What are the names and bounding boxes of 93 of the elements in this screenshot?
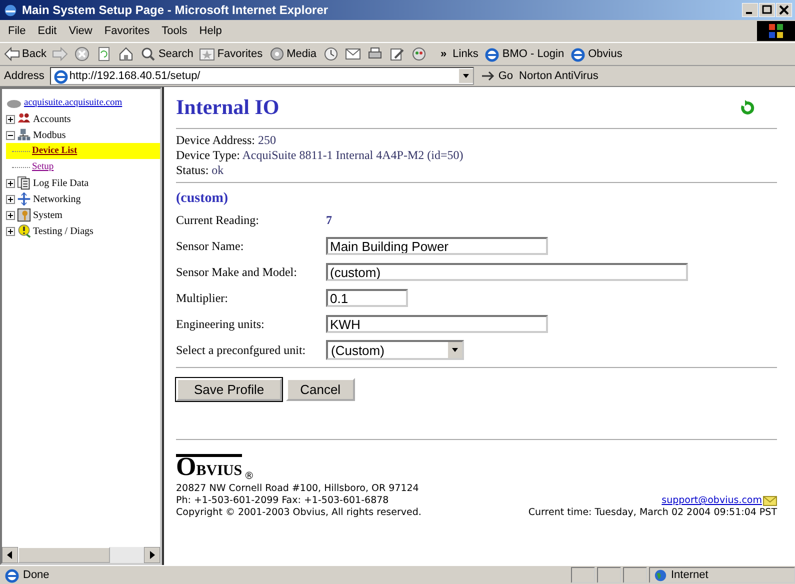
- norton-antivirus-button[interactable]: Norton AntiVirus: [519, 70, 598, 82]
- house-icon[interactable]: [118, 46, 134, 62]
- info-value: AcquiSuite 8811-1 Internal 4A4P-M2 (id=50): [242, 148, 464, 162]
- registered-mark: ®: [244, 471, 254, 483]
- expand-toggle[interactable]: [6, 210, 15, 220]
- tree-item[interactable]: Log File Data: [33, 178, 89, 188]
- tree-link[interactable]: Setup: [32, 162, 54, 172]
- media-icon: [268, 46, 285, 62]
- windows-logo-icon: [757, 21, 795, 41]
- scroll-right-button[interactable]: [144, 547, 160, 563]
- input-field[interactable]: (custom): [326, 263, 688, 281]
- unit-dropdown[interactable]: (Custom): [326, 340, 464, 360]
- edit-icon[interactable]: [388, 46, 405, 62]
- search-button[interactable]: Search: [140, 46, 194, 62]
- menu-item[interactable]: File: [4, 25, 34, 37]
- tree-item[interactable]: Testing / Diags: [33, 226, 94, 236]
- obvius-logo: OBVIUS: [176, 454, 242, 483]
- menu-item[interactable]: Edit: [34, 25, 65, 37]
- menu-item[interactable]: Favorites: [100, 25, 158, 37]
- input-field[interactable]: Main Building Power: [326, 237, 548, 255]
- maximize-button[interactable]: [759, 3, 775, 17]
- history-icon[interactable]: [322, 46, 339, 62]
- field-label: Current Reading:: [176, 212, 260, 228]
- info-value: ok: [212, 163, 224, 177]
- expand-toggle[interactable]: [6, 130, 15, 140]
- network-arrows-icon: [17, 192, 31, 206]
- address-label: Address: [4, 70, 44, 82]
- tree-item[interactable]: Accounts: [33, 114, 71, 124]
- more-links-button[interactable]: »: [440, 48, 447, 60]
- menu-item[interactable]: View: [64, 25, 100, 37]
- support-email-link[interactable]: support@obvius.com: [662, 495, 762, 507]
- close-button[interactable]: [776, 3, 792, 17]
- expand-toggle[interactable]: [6, 178, 15, 188]
- section-heading: (custom): [176, 191, 230, 207]
- tree-item[interactable]: Modbus: [33, 130, 66, 140]
- address-field[interactable]: http://192.168.40.51/setup/: [50, 67, 474, 85]
- back-button[interactable]: Back: [4, 46, 46, 62]
- reading-value: 7: [326, 212, 332, 228]
- search-icon: [140, 46, 156, 62]
- network-icon: [17, 128, 31, 142]
- key-icon: [17, 208, 31, 222]
- media-button[interactable]: Media: [268, 46, 317, 62]
- info-label: Device Address:: [176, 133, 255, 147]
- link-button[interactable]: Obvius: [570, 46, 622, 62]
- info-label: Device Type:: [176, 148, 240, 162]
- status-text: Done: [23, 569, 50, 581]
- input-field[interactable]: KWH: [326, 315, 548, 333]
- expand-toggle[interactable]: [6, 194, 15, 204]
- info-value: 250: [258, 133, 276, 147]
- menu-item[interactable]: Help: [195, 25, 230, 37]
- company-address: 20827 NW Cornell Road #100, Hillsboro, OR 97124: [176, 483, 420, 495]
- field-label: Sensor Name:: [176, 238, 245, 254]
- expand-toggle[interactable]: [6, 114, 15, 124]
- info-label: Status:: [176, 163, 209, 177]
- current-time: Current time: Tuesday, March 02 2004 09:51:04 PST: [528, 507, 777, 519]
- field-label: Select a preconfgured unit:: [176, 342, 307, 358]
- refresh-icon[interactable]: [739, 100, 755, 116]
- browser-icon: [3, 2, 18, 18]
- page-icon: [4, 567, 20, 583]
- form-button[interactable]: Cancel: [286, 378, 355, 401]
- expand-toggle[interactable]: [6, 226, 15, 236]
- tree-root-link[interactable]: acquisuite.acquisuite.com: [24, 98, 122, 108]
- envelope-icon: [763, 496, 777, 506]
- phone-fax: Ph: +1-503-601-2099 Fax: +1-503-601-6878: [176, 495, 390, 507]
- tree-link[interactable]: Device List: [32, 146, 78, 156]
- zone-text: Internet: [671, 569, 708, 581]
- links-label: Links: [452, 48, 478, 60]
- back-arrow-icon: [4, 46, 20, 62]
- page-title: Internal IO: [176, 95, 280, 120]
- form-button[interactable]: Save Profile: [176, 378, 282, 401]
- favorites-button[interactable]: Favorites: [199, 46, 263, 62]
- field-label: Sensor Make and Model:: [176, 264, 298, 280]
- menu-item[interactable]: Tools: [158, 25, 196, 37]
- tree-item[interactable]: Networking: [33, 194, 81, 204]
- copyright: Copyright © 2001-2003 Obvius, All rights reserved.: [176, 507, 422, 519]
- scroll-left-button[interactable]: [2, 547, 18, 563]
- globe-icon: [654, 568, 667, 582]
- page-icon: [53, 68, 70, 84]
- messenger-icon[interactable]: [410, 46, 427, 62]
- stop-icon[interactable]: [74, 46, 90, 62]
- refresh-page-icon[interactable]: [96, 46, 112, 62]
- go-button[interactable]: Go: [480, 68, 514, 84]
- page-icon: [484, 46, 500, 62]
- link-button[interactable]: BMO - Login: [484, 46, 564, 62]
- window-title: Main System Setup Page - Microsoft Internet Explorer: [22, 3, 330, 17]
- field-label: Multiplier:: [176, 290, 229, 306]
- input-field[interactable]: 0.1: [326, 289, 408, 307]
- mail-icon[interactable]: [344, 46, 361, 62]
- minimize-button[interactable]: [742, 3, 758, 17]
- tree-item[interactable]: System: [33, 210, 62, 220]
- page-icon: [570, 46, 586, 62]
- document-icon: [17, 176, 31, 190]
- field-label: Engineering units:: [176, 316, 266, 332]
